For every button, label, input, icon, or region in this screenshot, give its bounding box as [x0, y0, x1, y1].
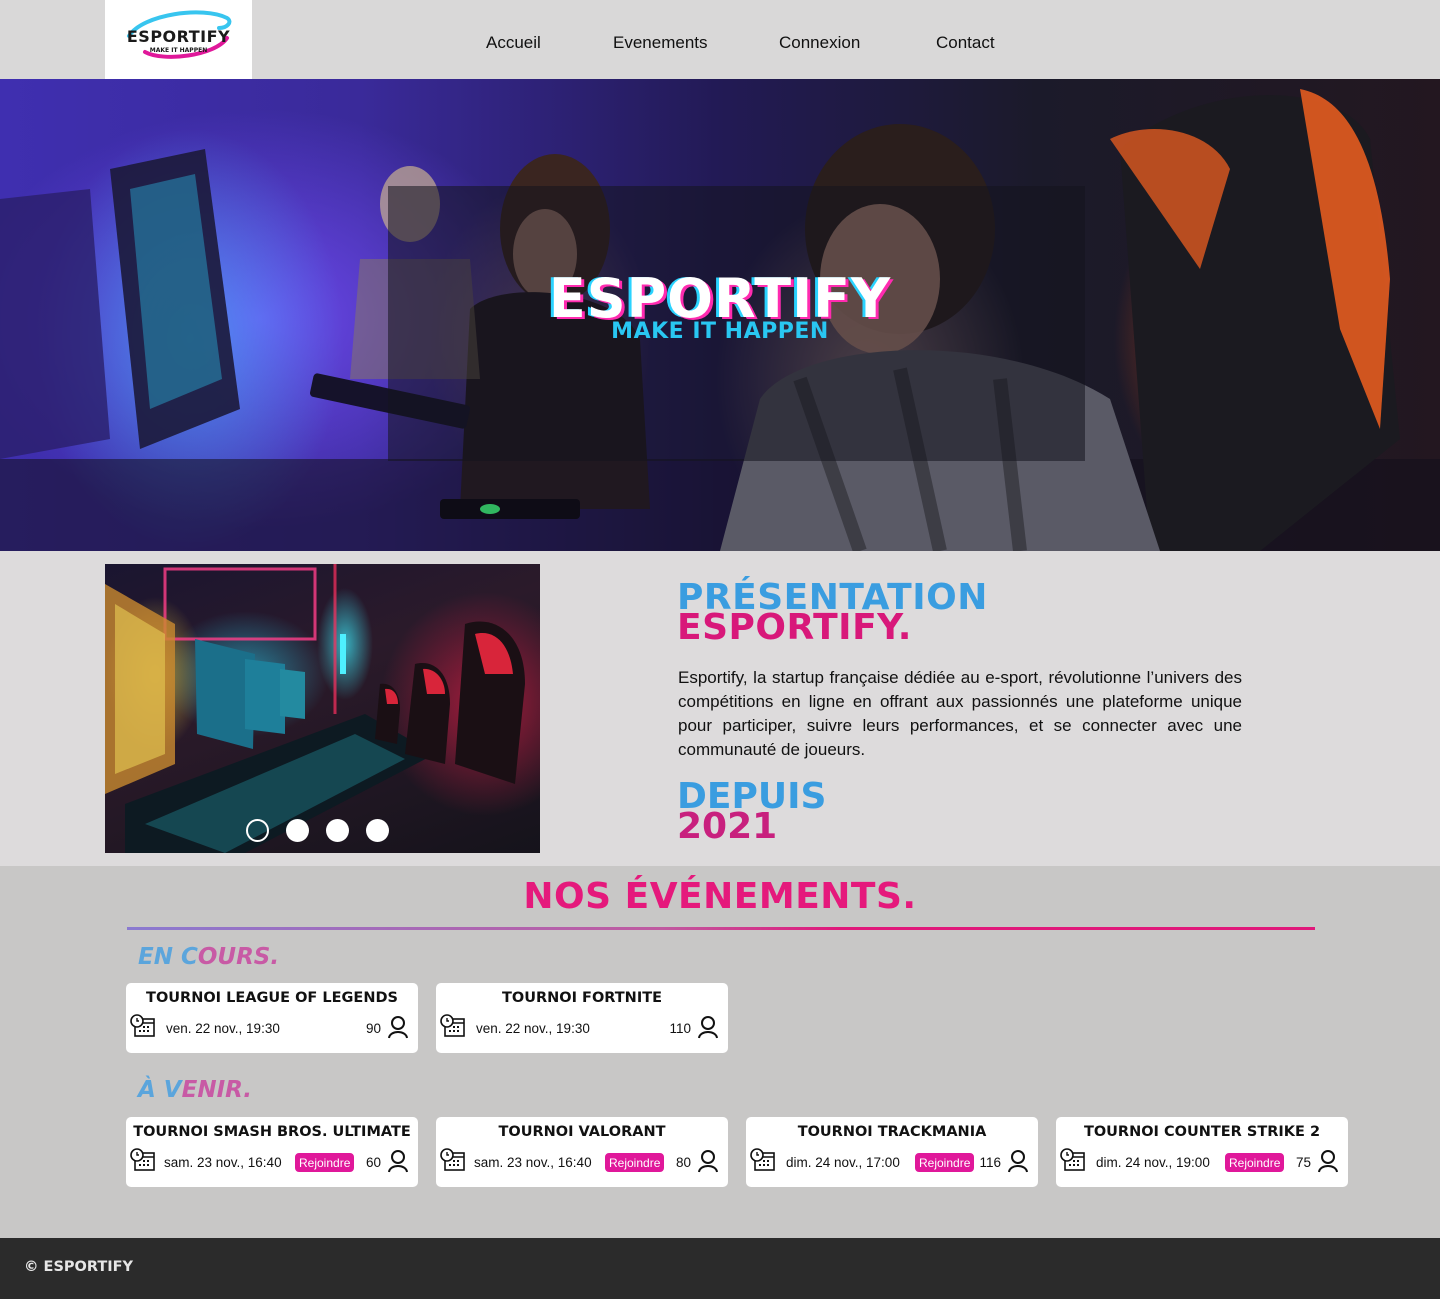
ongoing-heading: EN COURS. [138, 944, 279, 970]
event-card[interactable]: TOURNOI LEAGUE OF LEGENDS ven. 22 nov., … [126, 983, 418, 1053]
event-participant-count: 110 [669, 1021, 691, 1036]
slider-dot-3[interactable] [326, 819, 349, 842]
event-card[interactable]: TOURNOI COUNTER STRIKE 2 dim. 24 nov., 1… [1056, 1117, 1348, 1187]
slider-dot-2[interactable] [286, 819, 309, 842]
event-title: TOURNOI FORTNITE [501, 990, 663, 1006]
calendar-clock-icon [1060, 1148, 1085, 1171]
ongoing-heading-part1: EN C [138, 944, 198, 970]
user-icon [1008, 1150, 1028, 1173]
calendar-clock-icon [750, 1148, 775, 1171]
slider-dots [246, 819, 389, 842]
nav-contact[interactable]: Contact [936, 33, 995, 53]
event-date: sam. 23 nov., 16:40 [474, 1155, 592, 1170]
event-participant-count: 116 [979, 1155, 1001, 1170]
event-card[interactable]: TOURNOI FORTNITE ven. 22 nov., 19:30 110 [436, 983, 728, 1053]
hero-banner: ESPORTIFY MAKE IT HAPPEN [0, 79, 1440, 551]
event-participant-count: 90 [365, 1021, 381, 1036]
since-year: 2021 [677, 806, 778, 847]
presentation-section: PRÉSENTATION ESPORTIFY. Esportify, la st… [0, 551, 1440, 866]
event-date: ven. 22 nov., 19:30 [166, 1021, 280, 1036]
user-icon [698, 1016, 718, 1039]
event-participant-count: 60 [365, 1155, 381, 1170]
event-date: dim. 24 nov., 19:00 [1096, 1155, 1210, 1170]
slider-dot-4[interactable] [366, 819, 389, 842]
event-card[interactable]: TOURNOI SMASH BROS. ULTIMATE sam. 23 nov… [126, 1117, 418, 1187]
event-date: sam. 23 nov., 16:40 [164, 1155, 282, 1170]
slider-image [105, 564, 525, 853]
calendar-clock-icon [440, 1014, 465, 1037]
main-nav: Accueil Evenements Connexion Contact [0, 0, 1440, 79]
nav-accueil[interactable]: Accueil [486, 33, 541, 53]
event-title: TOURNOI SMASH BROS. ULTIMATE [133, 1124, 411, 1140]
calendar-clock-icon [130, 1148, 155, 1171]
footer-copyright: © ESPORTIFY [24, 1259, 134, 1275]
event-participant-count: 75 [1295, 1155, 1311, 1170]
events-title: NOS ÉVÉNEMENTS. [523, 876, 917, 917]
nav-evenements[interactable]: Evenements [613, 33, 708, 53]
events-divider [127, 927, 1315, 930]
hero-subtitle: MAKE IT HAPPEN [611, 319, 829, 344]
event-title: TOURNOI LEAGUE OF LEGENDS [146, 990, 398, 1006]
event-title: TOURNOI VALORANT [498, 1124, 666, 1140]
event-participant-count: 80 [675, 1155, 691, 1170]
ongoing-heading-part2: OURS. [197, 944, 280, 970]
event-date: ven. 22 nov., 19:30 [476, 1021, 590, 1036]
event-title: TOURNOI TRACKMANIA [797, 1124, 987, 1140]
presentation-text: Esportify, la startup française dédiée a… [678, 668, 1242, 759]
site-footer: © ESPORTIFY [0, 1238, 1440, 1299]
user-icon [388, 1150, 408, 1173]
nav-connexion[interactable]: Connexion [779, 33, 860, 53]
event-card[interactable]: TOURNOI TRACKMANIA dim. 24 nov., 17:00 R… [746, 1117, 1038, 1187]
upcoming-heading: À VENIR. [138, 1077, 252, 1103]
upcoming-heading-part2: ENIR. [181, 1077, 253, 1103]
image-slider[interactable] [105, 564, 540, 853]
user-icon [388, 1016, 408, 1039]
site-header: ESPORTIFY MAKE IT HAPPEN Accueil Eveneme… [0, 0, 1440, 79]
event-title: TOURNOI COUNTER STRIKE 2 [1083, 1124, 1321, 1140]
event-card[interactable]: TOURNOI VALORANT sam. 23 nov., 16:40 Rej… [436, 1117, 728, 1187]
upcoming-heading-part1: À V [138, 1077, 182, 1103]
event-date: dim. 24 nov., 17:00 [786, 1155, 900, 1170]
user-icon [698, 1150, 718, 1173]
calendar-clock-icon [130, 1014, 155, 1037]
presentation-title-line2: ESPORTIFY. [677, 607, 912, 648]
events-section: NOS ÉVÉNEMENTS. EN COURS. TOURNOI LEAGUE… [0, 866, 1440, 1238]
calendar-clock-icon [440, 1148, 465, 1171]
user-icon [1318, 1150, 1338, 1173]
slider-dot-1[interactable] [246, 819, 269, 842]
